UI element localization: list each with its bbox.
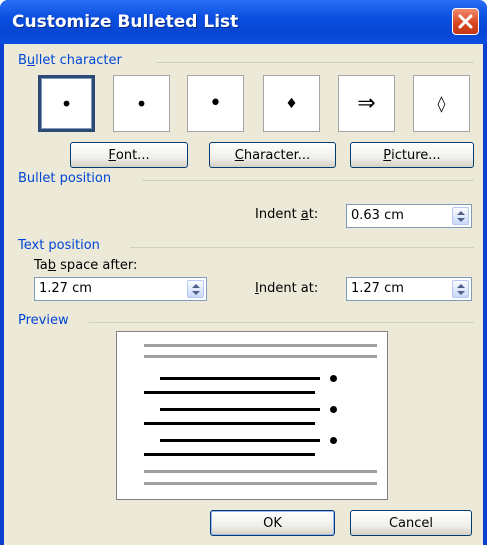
preview-line <box>144 470 377 473</box>
bullet-option-6[interactable]: ◊ <box>413 75 470 132</box>
preview-line <box>160 439 320 442</box>
bullet-glyph: • <box>135 91 148 116</box>
preview-line <box>144 482 377 485</box>
preview-bullet <box>330 437 337 444</box>
bullet-character-label: Bullet character <box>18 53 122 68</box>
bullet-position-label: Bullet position <box>18 171 112 186</box>
preview-line <box>160 408 320 411</box>
window-title: Customize Bulleted List <box>12 12 239 32</box>
text-indent-value: 1.27 cm <box>351 281 404 296</box>
bullet-glyph: • <box>60 91 73 116</box>
bullet-option-2[interactable]: • <box>113 75 170 132</box>
group-divider <box>89 322 474 323</box>
bullet-glyph: ◊ <box>437 94 446 113</box>
title-bar[interactable]: Customize Bulleted List <box>0 0 487 44</box>
close-icon <box>458 14 473 29</box>
tab-space-value: 1.27 cm <box>39 281 92 296</box>
bullet-option-3[interactable]: • <box>187 75 244 132</box>
bullet-glyph: ♦ <box>285 95 298 112</box>
bullet-indent-label: Indent at: <box>255 207 319 222</box>
tab-space-label: Tab space after: <box>34 258 138 273</box>
bullet-option-5[interactable]: ⇒ <box>338 75 395 132</box>
customize-bulleted-list-dialog: Customize Bulleted List Bullet character… <box>0 0 487 545</box>
preview-line <box>144 453 315 456</box>
font-button[interactable]: Font... <box>70 142 188 168</box>
preview-label: Preview <box>18 313 69 328</box>
text-indent-spinner[interactable]: 1.27 cm <box>346 277 472 301</box>
spin-arrows-icon[interactable] <box>452 207 469 225</box>
bullet-indent-value: 0.63 cm <box>351 208 404 223</box>
text-position-label: Text position <box>18 238 100 253</box>
tab-space-spinner[interactable]: 1.27 cm <box>34 277 207 301</box>
preview-line <box>144 422 315 425</box>
ok-button[interactable]: OK <box>210 510 335 536</box>
cancel-button[interactable]: Cancel <box>350 510 472 536</box>
bullet-option-1[interactable]: • <box>38 75 95 132</box>
character-button[interactable]: Character... <box>209 142 336 168</box>
group-divider <box>142 180 474 181</box>
bullet-option-4[interactable]: ♦ <box>263 75 320 132</box>
picture-button[interactable]: Picture... <box>350 142 474 168</box>
bullet-glyph: • <box>209 91 222 116</box>
close-button[interactable] <box>452 8 479 35</box>
dialog-body: Bullet character • • • ♦ ⇒ ◊ Font... Cha… <box>4 44 483 545</box>
group-divider <box>130 247 474 248</box>
preview-bullet <box>330 406 337 413</box>
text-indent-label: Indent at: <box>255 281 319 296</box>
preview-line <box>144 355 377 358</box>
preview-line <box>160 377 320 380</box>
group-divider <box>156 62 474 63</box>
bullet-glyph: ⇒ <box>357 91 376 116</box>
bullet-indent-spinner[interactable]: 0.63 cm <box>346 204 472 228</box>
preview-line <box>144 344 377 347</box>
preview-line <box>144 391 315 394</box>
spin-arrows-icon[interactable] <box>187 280 204 298</box>
preview-pane <box>116 331 388 500</box>
spin-arrows-icon[interactable] <box>452 280 469 298</box>
preview-bullet <box>330 375 337 382</box>
